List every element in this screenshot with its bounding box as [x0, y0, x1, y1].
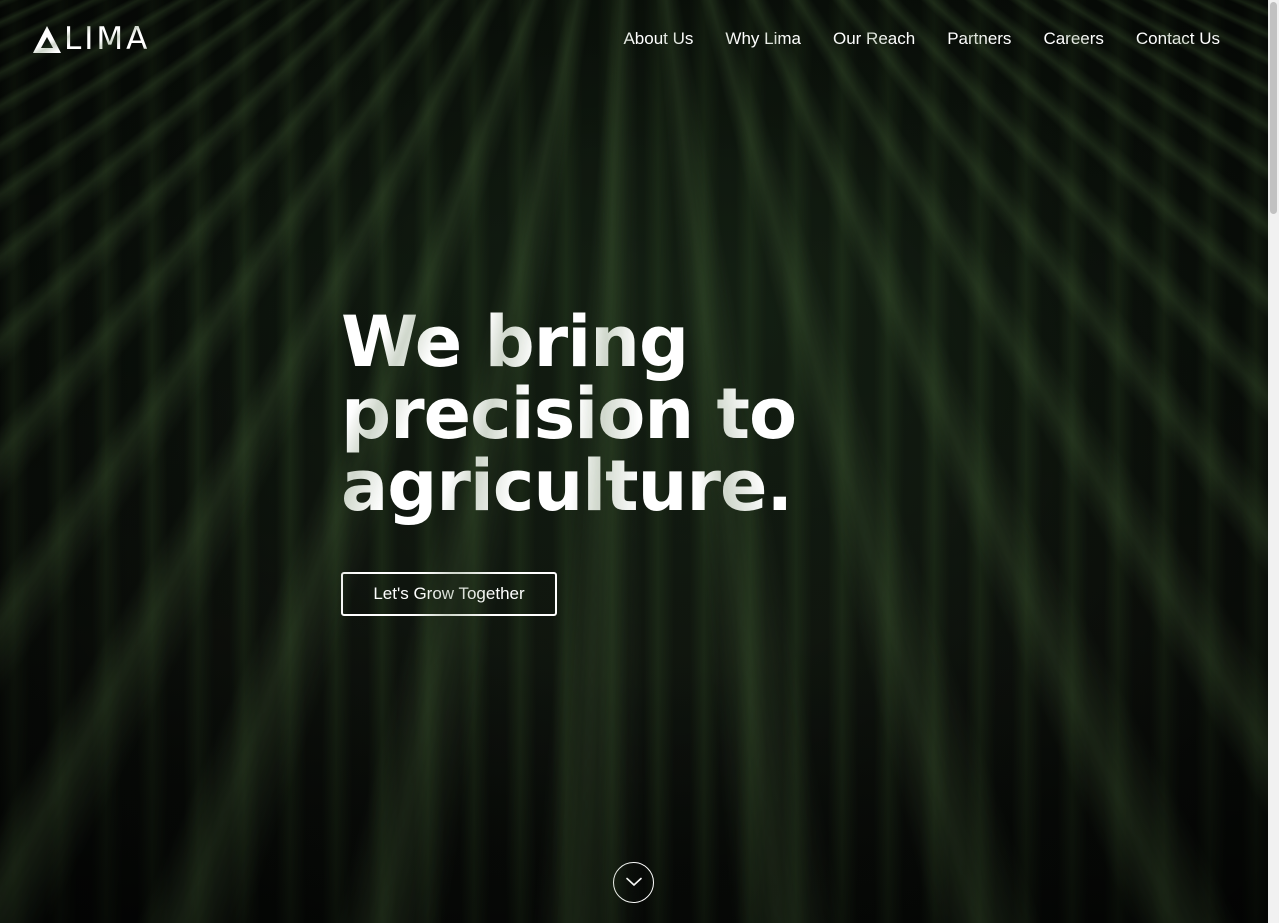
scroll-down-button[interactable]	[613, 862, 654, 903]
headline-line-1: We bring	[341, 301, 689, 383]
lima-logo[interactable]: LIMA	[32, 22, 150, 56]
nav-careers[interactable]: Careers	[1043, 28, 1103, 50]
chevron-down-icon	[625, 874, 643, 892]
scrollbar-thumb[interactable]	[1270, 2, 1277, 214]
nav-partners[interactable]: Partners	[947, 28, 1011, 50]
headline-line-2: precision to	[341, 373, 797, 455]
main-nav: About Us Why Lima Our Reach Partners Car…	[623, 28, 1220, 50]
nav-about-us[interactable]: About Us	[623, 28, 693, 50]
hero-headline: We bring precision to agriculture.	[341, 306, 861, 522]
nav-our-reach[interactable]: Our Reach	[833, 28, 915, 50]
lets-grow-together-button[interactable]: Let's Grow Together	[341, 572, 557, 616]
nav-why-lima[interactable]: Why Lima	[725, 28, 801, 50]
nav-contact-us[interactable]: Contact Us	[1136, 28, 1220, 50]
logo-wordmark: LIMA	[64, 21, 151, 57]
page-scrollbar[interactable]	[1268, 0, 1279, 923]
triangle-mountain-icon	[32, 24, 62, 54]
headline-line-3: agriculture.	[341, 445, 793, 527]
hero-background: LIMA About Us Why Lima Our Reach Partner…	[0, 0, 1268, 923]
